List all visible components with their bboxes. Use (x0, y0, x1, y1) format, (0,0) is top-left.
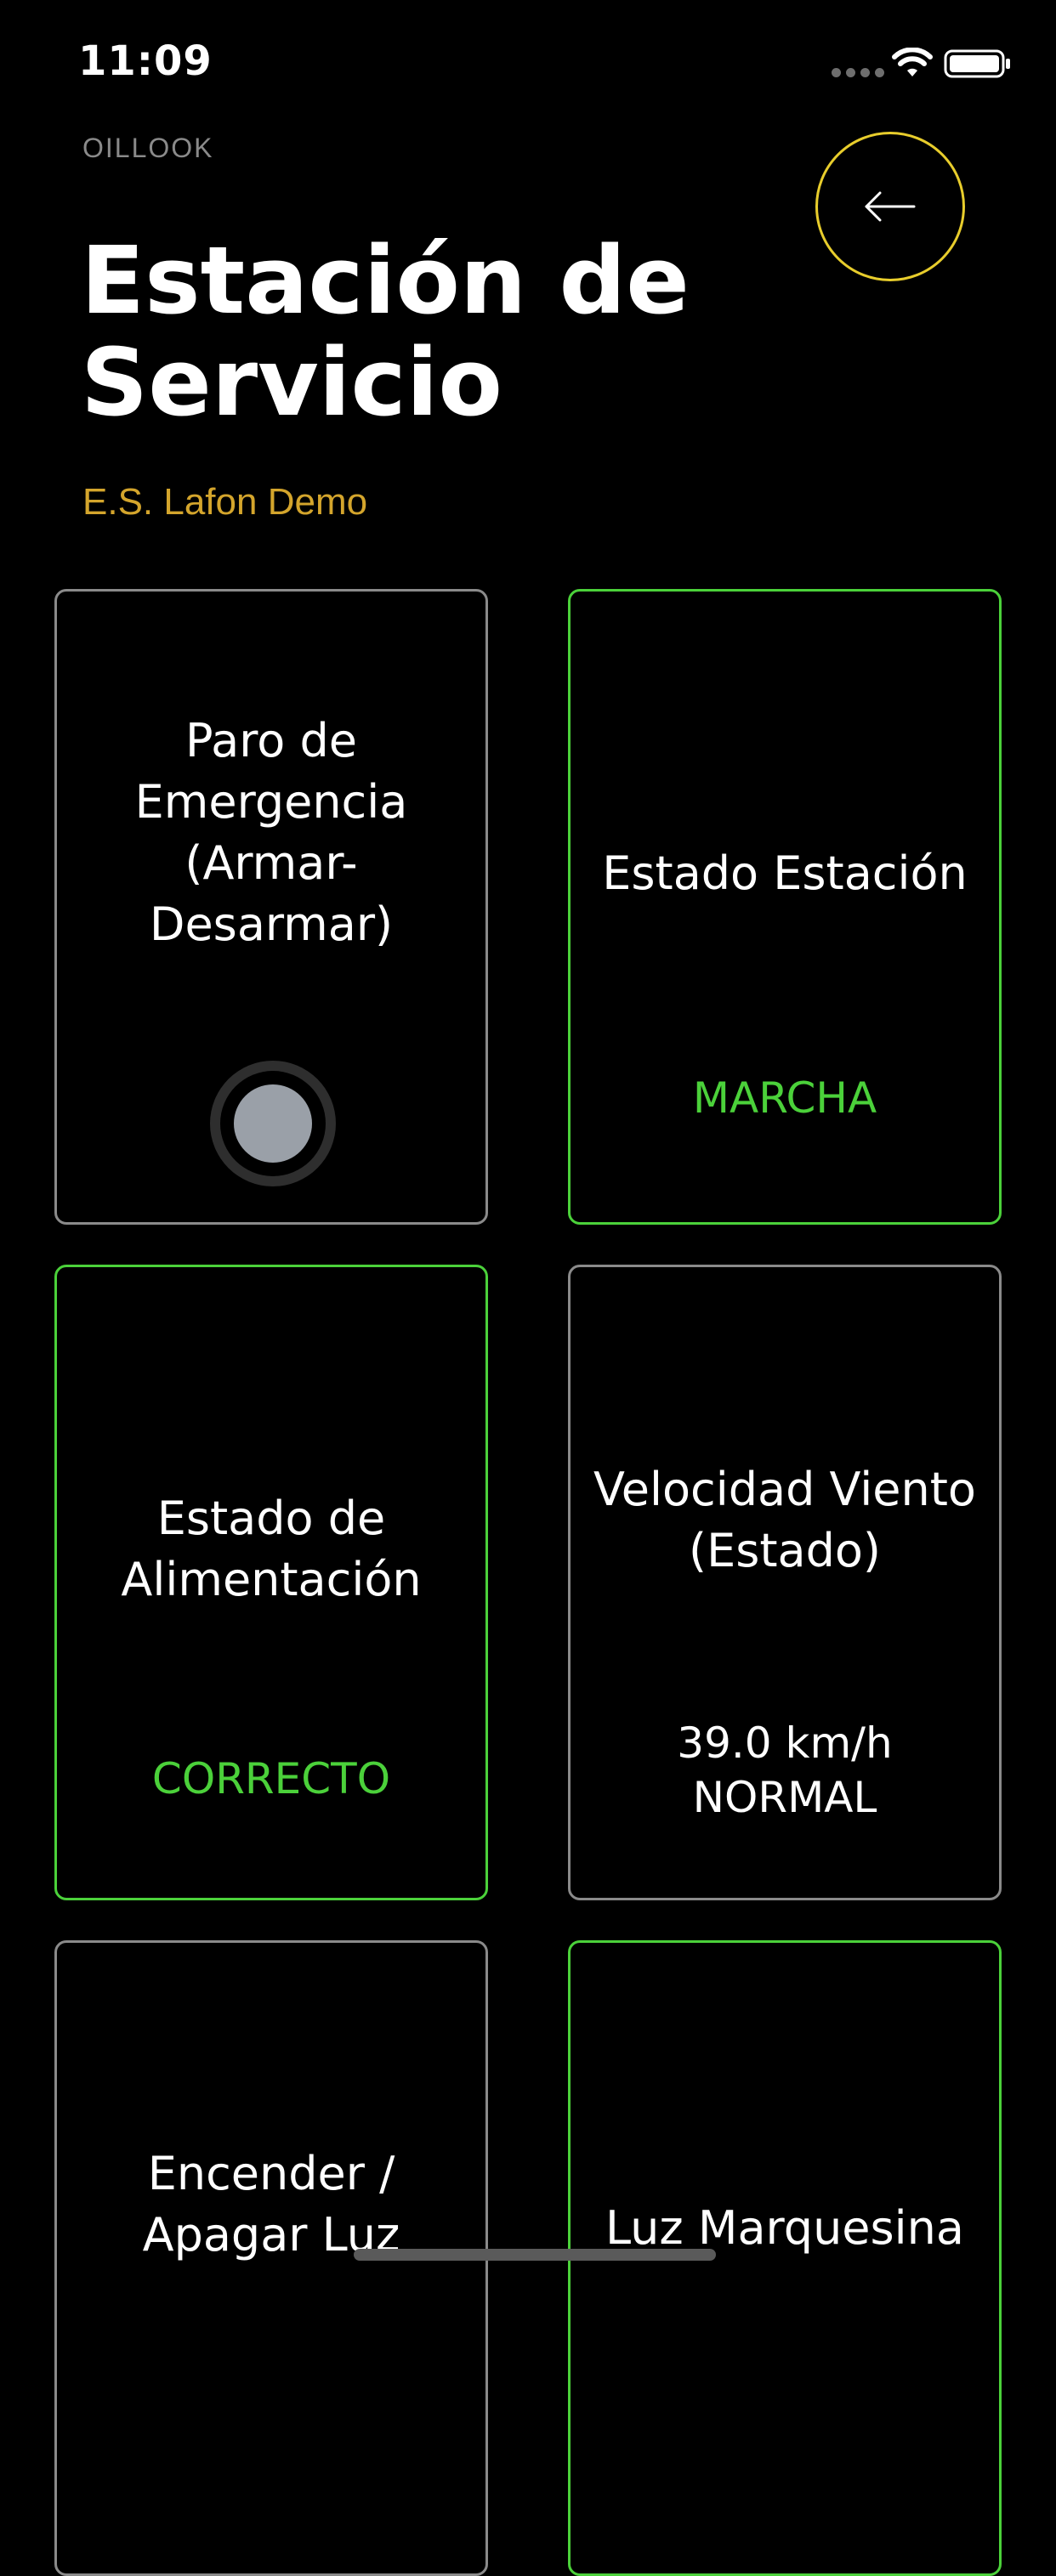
home-indicator (354, 2249, 716, 2261)
card-wind-speed[interactable]: Velocidad Viento (Estado) 39.0 km/h NORM… (568, 1265, 1002, 1900)
station-name: E.S. Lafon Demo (82, 481, 368, 523)
card-station-status[interactable]: Estado Estación MARCHA (568, 589, 1002, 1225)
status-time: 11:09 (78, 37, 213, 85)
card-title: Velocidad Viento (Estado) (593, 1463, 976, 1577)
battery-icon (944, 49, 1010, 78)
brand-label: OILLOOK (82, 133, 214, 163)
toggle-knob (234, 1084, 312, 1163)
wifi-icon (892, 48, 933, 76)
card-title: Encender / Apagar Luz (142, 2147, 400, 2262)
card-title: Paro de Emergencia (Armar- Desarmar) (134, 714, 408, 951)
card-title: Estado de Alimentación (121, 1492, 422, 1606)
card-emergency-stop[interactable]: Paro de Emergencia (Armar- Desarmar) (54, 589, 488, 1225)
back-button[interactable] (815, 132, 965, 281)
card-title: Estado Estación (602, 846, 968, 900)
emergency-stop-toggle[interactable] (210, 1061, 336, 1186)
card-power-status[interactable]: Estado de Alimentación CORRECTO (54, 1265, 488, 1900)
page-title: Estación de Servicio (81, 226, 690, 437)
card-status-value: 39.0 km/h NORMAL (677, 1718, 893, 1822)
card-status-value: MARCHA (692, 1073, 877, 1123)
card-status-value: CORRECTO (151, 1754, 391, 1803)
arrow-left-icon (865, 191, 916, 222)
cellular-signal-icon (832, 68, 884, 77)
status-bar: 11:09 (0, 0, 1056, 119)
